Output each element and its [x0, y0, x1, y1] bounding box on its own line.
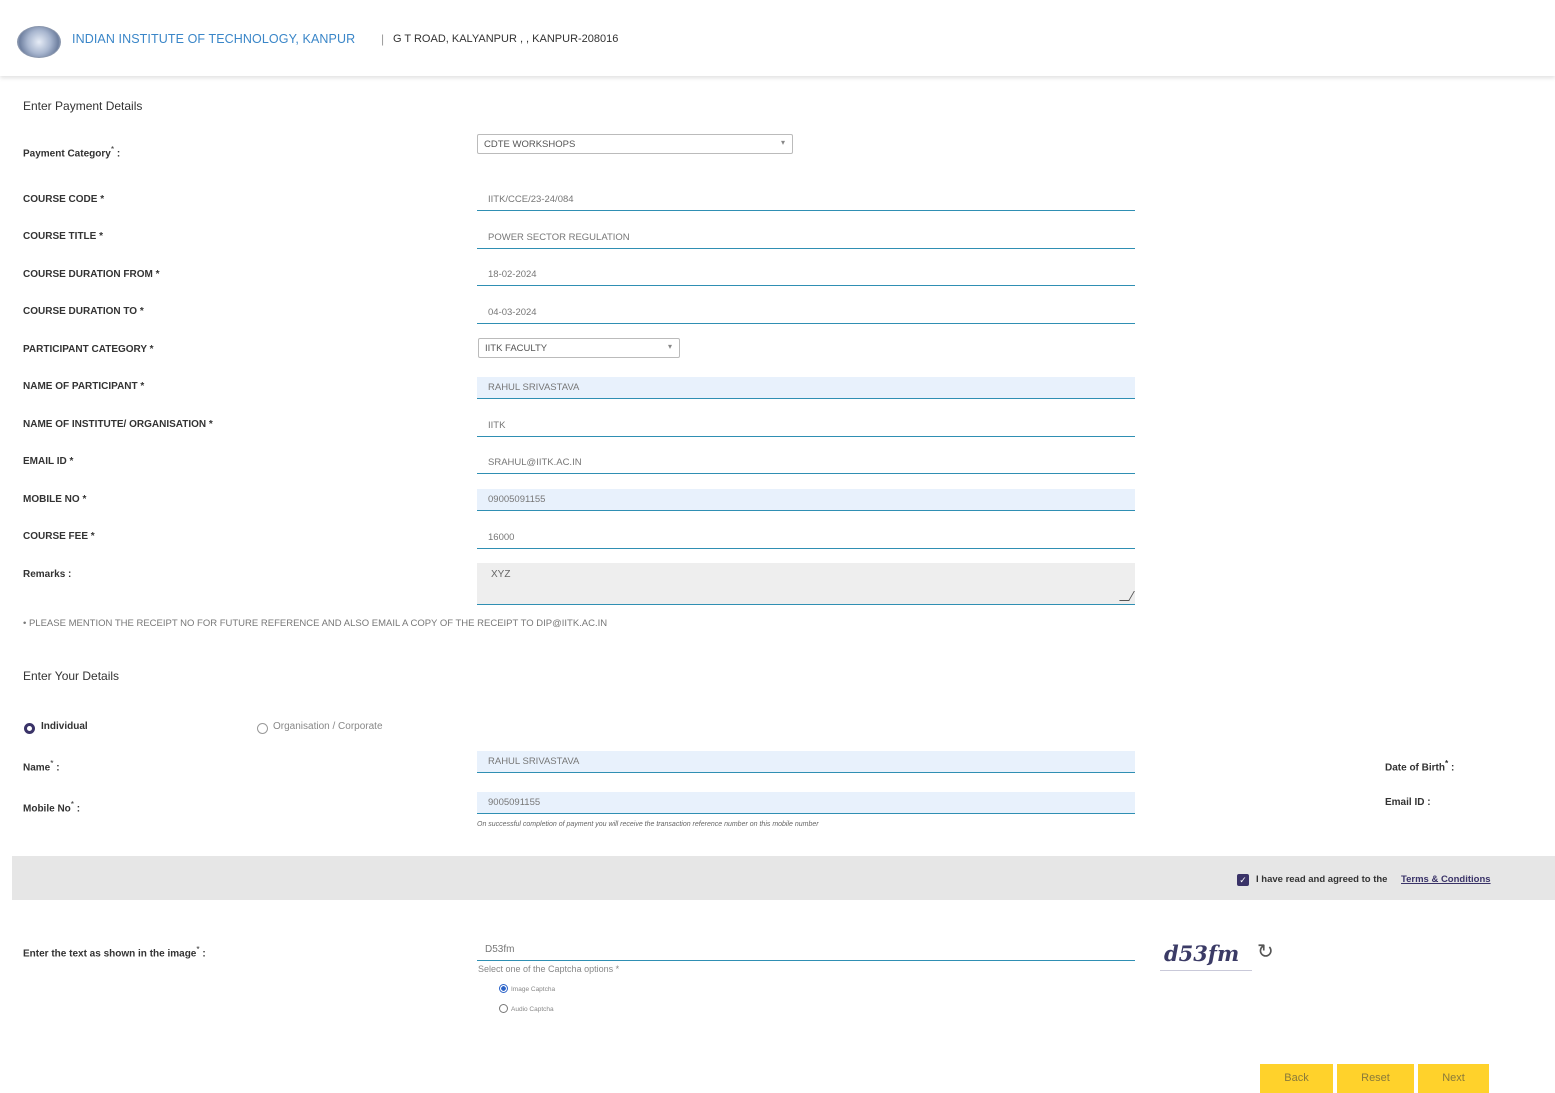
resize-handle-icon[interactable] [1119, 591, 1135, 601]
course-fee-label: COURSE FEE * [23, 531, 95, 542]
payment-category-select[interactable]: CDTE WORKSHOPS ▾ [477, 134, 793, 154]
participant-category-select[interactable]: IITK FACULTY ▾ [478, 338, 680, 358]
remarks-label: Remarks : [23, 569, 72, 580]
terms-text: I have read and agreed to the [1256, 874, 1388, 885]
institute-address: G T ROAD, KALYANPUR , , KANPUR-208016 [393, 33, 619, 45]
name-label: Name* : [23, 758, 60, 774]
header-separator: | [381, 32, 385, 46]
email-field[interactable]: SRAHUL@IITK.AC.IN [477, 452, 1135, 474]
image-captcha-radio[interactable] [499, 984, 508, 993]
next-button[interactable]: Next [1418, 1064, 1489, 1093]
mobile-field[interactable]: 09005091155 [477, 489, 1135, 511]
institute-field[interactable]: IITK [477, 415, 1135, 437]
duration-from-field[interactable]: 18-02-2024 [477, 264, 1135, 286]
terms-link[interactable]: Terms & Conditions [1401, 874, 1491, 885]
image-captcha-label: Image Captcha [511, 986, 556, 993]
course-code-label: COURSE CODE * [23, 194, 105, 205]
reset-button[interactable]: Reset [1337, 1064, 1414, 1093]
details-mobile-label: Mobile No* : [23, 799, 81, 815]
participant-category-label: PARTICIPANT CATEGORY * [23, 344, 154, 355]
audio-captcha-label: Audio Captcha [511, 1006, 554, 1013]
audio-captcha-radio[interactable] [499, 1004, 508, 1013]
page-header: INDIAN INSTITUTE OF TECHNOLOGY, KANPUR |… [0, 0, 1555, 76]
details-mobile-field[interactable]: 9005091155 [477, 792, 1135, 814]
dob-label: Date of Birth* : [1385, 758, 1455, 774]
duration-to-label: COURSE DURATION TO * [23, 306, 144, 317]
individual-radio-label: Individual [41, 721, 88, 732]
terms-checkbox[interactable]: ✓ [1237, 874, 1249, 886]
individual-radio[interactable] [24, 723, 35, 734]
payment-section-title: Enter Payment Details [23, 99, 143, 113]
captcha-image: d53fm [1160, 941, 1252, 971]
refresh-icon[interactable]: ↻ [1257, 939, 1274, 964]
participant-name-label: NAME OF PARTICIPANT * [23, 381, 145, 392]
course-title-label: COURSE TITLE * [23, 231, 104, 242]
payment-category-label: Payment Category* : [23, 144, 121, 160]
participant-name-field[interactable]: RAHUL SRIVASTAVA [477, 377, 1135, 399]
details-section-title: Enter Your Details [23, 669, 120, 683]
receipt-note: • PLEASE MENTION THE RECEIPT NO FOR FUTU… [23, 618, 608, 629]
captcha-label: Enter the text as shown in the image* : [23, 944, 206, 960]
organisation-radio[interactable] [257, 723, 268, 734]
details-email-label: Email ID : [1385, 797, 1431, 808]
course-fee-field[interactable]: 16000 [477, 527, 1135, 549]
captcha-input[interactable]: D53fm [477, 939, 1135, 961]
duration-from-label: COURSE DURATION FROM * [23, 269, 160, 280]
iitk-logo-icon [17, 26, 61, 58]
institute-name: INDIAN INSTITUTE OF TECHNOLOGY, KANPUR [72, 32, 356, 46]
course-code-field[interactable]: IITK/CCE/23-24/084 [477, 189, 1135, 211]
chevron-down-icon: ▾ [667, 342, 672, 351]
institute-label: NAME OF INSTITUTE/ ORGANISATION * [23, 419, 213, 430]
duration-to-field[interactable]: 04-03-2024 [477, 302, 1135, 324]
email-label: EMAIL ID * [23, 456, 74, 467]
mobile-label: MOBILE NO * [23, 494, 87, 505]
course-title-field[interactable]: POWER SECTOR REGULATION [477, 227, 1135, 249]
chevron-down-icon: ▾ [780, 138, 785, 147]
captcha-options-title: Select one of the Captcha options * [478, 964, 620, 974]
back-button[interactable]: Back [1260, 1064, 1333, 1093]
name-field[interactable]: RAHUL SRIVASTAVA [477, 751, 1135, 773]
organisation-radio-label: Organisation / Corporate [273, 721, 383, 732]
mobile-hint: On successful completion of payment you … [477, 821, 819, 828]
remarks-textarea[interactable]: XYZ [477, 563, 1135, 605]
check-icon: ✓ [1239, 875, 1247, 885]
